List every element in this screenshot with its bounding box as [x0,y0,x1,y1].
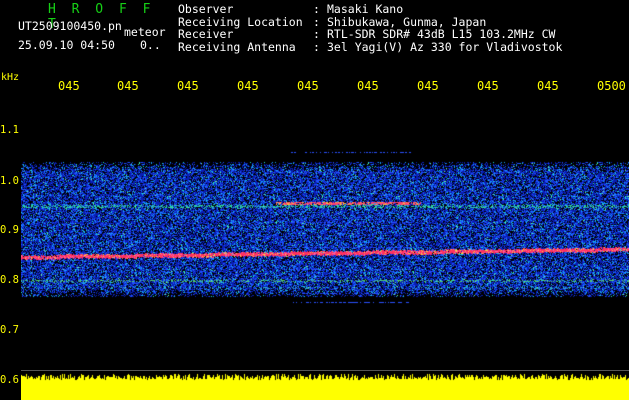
frequency-unit-label: kHz [1,72,20,83]
time-tick-label: 045 [417,79,439,93]
station-info: Observer: Masaki Kano Receiving Location:… [178,3,562,53]
info-colon: : [313,39,320,54]
mode-text: meteor [124,25,166,39]
info-row-observer: Observer: Masaki Kano [178,3,562,16]
time-tick-label: 045 [117,79,139,93]
freq-tick-label: 0.8 [0,274,19,286]
info-colon: : [313,2,320,16]
freq-tick-label: 0.6 [0,374,19,386]
power-panel-divider [21,370,629,371]
datetime-extra-text: 0.. [140,38,161,52]
filename-text: UT2509100450.pn [18,19,122,33]
info-row-receiver: Receiver: RTL-SDR SDR# 43dB L15 103.2MHz … [178,28,562,41]
info-label: Observer [178,2,234,16]
time-tick-label: 045 [58,79,80,93]
spectrogram-canvas [21,97,629,400]
time-tick-label: 045 [477,79,499,93]
datetime-text: 25.09.10 04:50 [18,38,115,52]
time-tick-label: 045 [537,79,559,93]
time-tick-label: 0500 [597,79,626,93]
freq-tick-label: 0.7 [0,324,19,336]
info-value: RTL-SDR SDR# 43dB L15 103.2MHz CW [327,27,556,41]
time-tick-label: 045 [297,79,319,93]
hrofft-screen: H R O F F T UT2509100450.pn meteor 25.09… [0,0,629,400]
title-block: H R O F F T UT2509100450.pn meteor 25.09… [0,0,175,62]
freq-tick-label: 1.0 [0,175,19,187]
info-label: Receiver [178,27,234,41]
freq-tick-label: 1.1 [0,124,19,136]
time-tick-label: 045 [357,79,379,93]
time-tick-label: 045 [237,79,259,93]
info-row-antenna: Receiving Antenna:3el Yagi(V) Az 330 for… [178,39,563,54]
info-colon: : [313,27,320,41]
freq-tick-label: 0.9 [0,224,19,236]
info-value: 3el Yagi(V) Az 330 for Vladivostok [327,39,563,54]
info-label: Receiving Antenna [178,39,296,54]
info-value: Masaki Kano [327,2,404,16]
time-tick-label: 045 [177,79,199,93]
